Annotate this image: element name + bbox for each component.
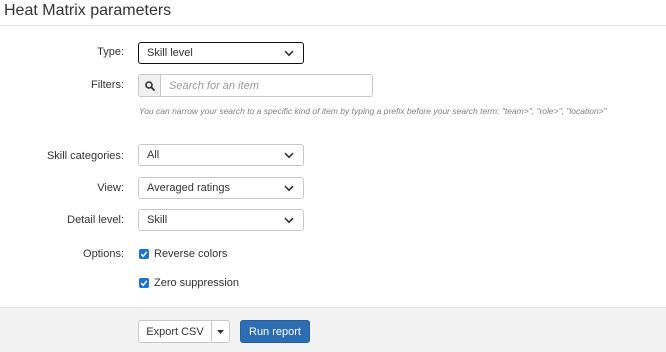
export-csv-button[interactable]: Export CSV (138, 320, 212, 343)
search-input[interactable] (161, 75, 372, 96)
reverse-colors-option: Reverse colors (139, 248, 227, 260)
skill-categories-select[interactable]: All (138, 144, 304, 166)
chevron-down-icon (283, 149, 295, 161)
run-report-button[interactable]: Run report (240, 320, 310, 343)
check-icon (140, 280, 148, 287)
skill-categories-label: Skill categories: (46, 150, 124, 162)
detail-level-value: Skill (147, 214, 168, 226)
zero-suppression-label: Zero suppression (154, 277, 239, 289)
export-button-group: Export CSV (138, 320, 230, 343)
check-icon (140, 251, 148, 258)
skill-categories-value: All (147, 149, 160, 161)
view-value: Averaged ratings (147, 182, 230, 194)
detail-level-select[interactable]: Skill (138, 209, 304, 231)
reverse-colors-label: Reverse colors (154, 248, 228, 260)
search-icon (139, 75, 161, 96)
title-divider (0, 25, 666, 26)
type-select-value: Skill level (147, 47, 193, 59)
type-label: Type: (97, 46, 124, 58)
detail-level-label: Detail level: (67, 214, 124, 226)
view-select[interactable]: Averaged ratings (138, 177, 304, 199)
type-select[interactable]: Skill level (138, 42, 304, 64)
form-footer (0, 307, 666, 352)
filters-label: Filters: (91, 79, 124, 91)
caret-down-icon (217, 329, 224, 334)
export-options-dropdown[interactable] (212, 320, 230, 343)
zero-suppression-checkbox[interactable] (139, 278, 149, 288)
chevron-down-icon (283, 47, 295, 59)
view-label: View: (97, 182, 124, 194)
reverse-colors-checkbox[interactable] (139, 249, 149, 259)
page-title: Heat Matrix parameters (4, 2, 172, 19)
filters-help-text: You can narrow your search to a specific… (139, 106, 607, 116)
zero-suppression-option: Zero suppression (139, 277, 239, 289)
chevron-down-icon (283, 214, 295, 226)
chevron-down-icon (283, 182, 295, 194)
options-label: Options: (83, 248, 124, 260)
search-field (138, 74, 373, 97)
